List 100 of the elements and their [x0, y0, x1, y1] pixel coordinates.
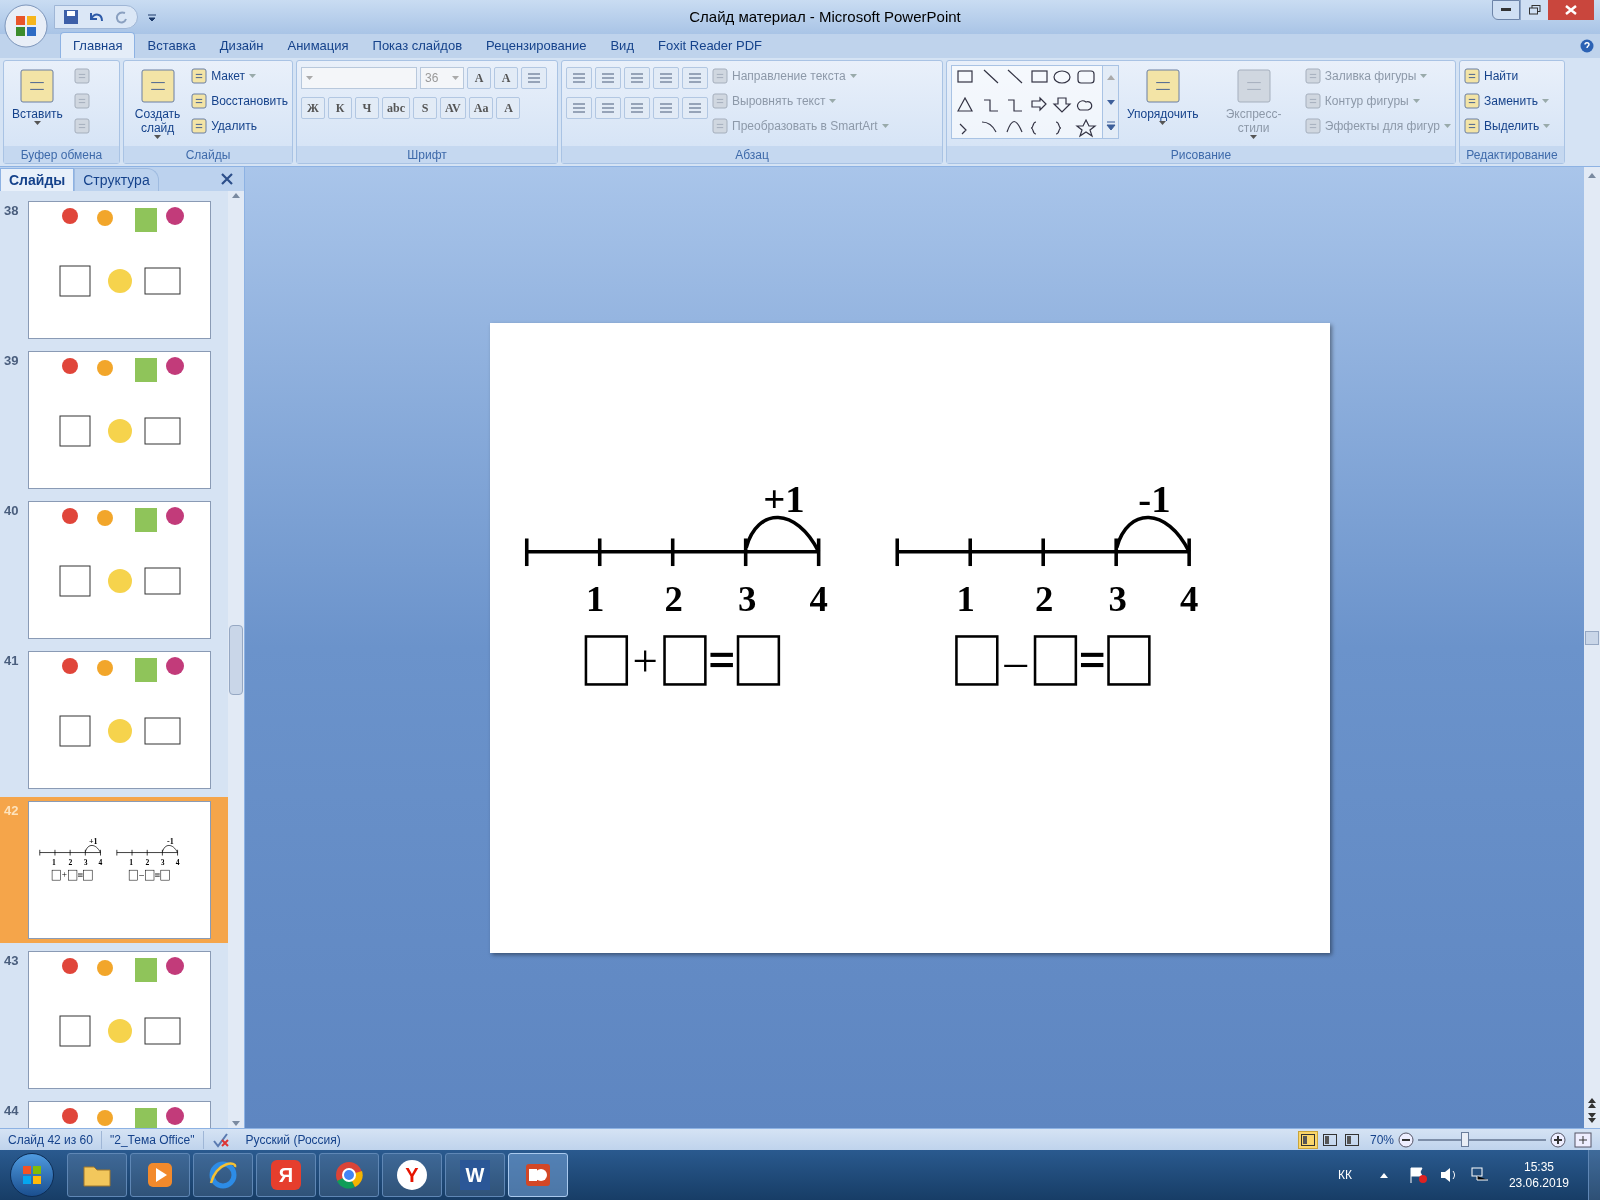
blank-square: [1033, 634, 1077, 686]
format-button[interactable]: Ж: [301, 97, 325, 119]
restore-button[interactable]: [1520, 0, 1548, 20]
panel-tab[interactable]: Структура: [74, 168, 159, 191]
slide-number: 39: [3, 352, 20, 370]
thumbnail-row[interactable]: 41: [0, 651, 228, 789]
thumbnail-row[interactable]: 42 +1 1 2 3 4 + -1 1 2 3 4 –: [0, 797, 228, 943]
blank-square: [145, 869, 155, 880]
tray-expand-icon[interactable]: [1378, 1171, 1389, 1179]
thumbnail-row[interactable]: 38: [0, 201, 228, 339]
ribbon-button[interactable]: [624, 97, 650, 119]
font-name-field[interactable]: [301, 67, 417, 89]
zoom-in-icon[interactable]: [1550, 1131, 1566, 1148]
ribbon-tab[interactable]: Показ слайдов: [360, 34, 475, 58]
ribbon-button[interactable]: [566, 67, 592, 89]
taskbar-button[interactable]: [193, 1153, 253, 1197]
ribbon-button[interactable]: Вставить: [8, 65, 67, 125]
help-icon[interactable]: [1580, 39, 1594, 53]
format-button[interactable]: abc: [382, 97, 410, 119]
taskbar-button[interactable]: Я: [256, 1153, 316, 1197]
thumbnail-row[interactable]: 43: [0, 951, 228, 1089]
format-button[interactable]: Ч: [355, 97, 379, 119]
ribbon-tab[interactable]: Главная: [60, 32, 136, 58]
ribbon-tab[interactable]: Дизайн: [207, 34, 276, 58]
ribbon-button[interactable]: [653, 97, 679, 119]
language-indicator[interactable]: Русский (Россия): [229, 1130, 357, 1149]
ribbon-button[interactable]: [595, 67, 621, 89]
save-icon[interactable]: [63, 9, 79, 25]
minimize-button[interactable]: [1492, 0, 1520, 20]
page-arrows-icon[interactable]: [1587, 1096, 1597, 1124]
ribbon-button[interactable]: Макет: [191, 65, 288, 86]
ribbon-button[interactable]: [566, 97, 592, 119]
show-desktop-button[interactable]: [1588, 1150, 1600, 1200]
zoom-percent[interactable]: 70%: [1369, 1130, 1394, 1149]
ribbon-button[interactable]: [521, 67, 547, 89]
taskbar-button[interactable]: [67, 1153, 127, 1197]
ribbon-tab[interactable]: Вид: [598, 34, 646, 58]
ribbon-button[interactable]: Выделить: [1464, 115, 1551, 136]
slide-thumbnail[interactable]: [28, 501, 211, 639]
ribbon-button[interactable]: [682, 67, 708, 89]
close-icon[interactable]: [220, 172, 234, 186]
fit-window-icon[interactable]: [1574, 1131, 1592, 1148]
format-button[interactable]: A: [496, 97, 521, 119]
panel-tab[interactable]: Слайды: [0, 168, 75, 191]
thumbnail-row[interactable]: 44: [0, 1101, 228, 1128]
ribbon-tab[interactable]: Вставка: [135, 34, 208, 58]
ribbon-button[interactable]: Восстановить: [191, 90, 288, 111]
customize-icon[interactable]: [146, 11, 158, 23]
scrollbar-thumb[interactable]: [1585, 630, 1599, 645]
windows-logo-icon: [22, 1165, 42, 1185]
tick-label: 2: [68, 857, 73, 867]
start-button[interactable]: [10, 1153, 54, 1197]
flag-icon[interactable]: [1407, 1166, 1428, 1184]
ribbon-button[interactable]: [595, 97, 621, 119]
view-button[interactable]: [1297, 1130, 1318, 1149]
scrollbar-thumb[interactable]: [229, 624, 243, 695]
ribbon-button[interactable]: [653, 67, 679, 89]
zoom-slider-thumb[interactable]: [1461, 1131, 1470, 1147]
taskbar-button[interactable]: W: [445, 1153, 505, 1197]
tick-label: 4: [1179, 577, 1198, 619]
ribbon-button[interactable]: [624, 67, 650, 89]
ribbon-tab[interactable]: Рецензирование: [474, 34, 599, 58]
group-label: Буфер обмена: [4, 146, 119, 163]
taskbar-button[interactable]: [319, 1153, 379, 1197]
format-button[interactable]: AV: [440, 97, 466, 119]
thumbnail-row[interactable]: 40: [0, 501, 228, 639]
slide-thumbnail[interactable]: [28, 651, 211, 789]
ribbon-tab[interactable]: Анимация: [275, 34, 361, 58]
ribbon-button[interactable]: [682, 97, 708, 119]
taskbar-button[interactable]: [508, 1153, 568, 1197]
ribbon-tab[interactable]: Foxit Reader PDF: [646, 34, 775, 58]
close-button[interactable]: [1548, 0, 1594, 20]
format-button[interactable]: К: [328, 97, 352, 119]
scrollbar[interactable]: [1584, 167, 1600, 1128]
ribbon-button[interactable]: Упорядочить: [1123, 65, 1203, 125]
scrollbar[interactable]: [228, 191, 244, 1128]
format-button[interactable]: Aa: [468, 97, 494, 119]
taskbar-button[interactable]: [130, 1153, 190, 1197]
ribbon-button[interactable]: Заменить: [1464, 90, 1551, 111]
format-button[interactable]: S: [413, 97, 437, 119]
thumbnail-row[interactable]: 39: [0, 351, 228, 489]
format-button[interactable]: A: [494, 67, 518, 89]
clock-time[interactable]: 15:35: [1523, 1159, 1554, 1175]
slide-thumbnail[interactable]: [28, 951, 211, 1089]
format-button[interactable]: A: [467, 67, 491, 89]
slide-thumbnail[interactable]: [28, 351, 211, 489]
spellcheck-icon[interactable]: [211, 1131, 230, 1148]
slide-thumbnail[interactable]: [28, 201, 211, 339]
taskbar-button[interactable]: Y: [382, 1153, 442, 1197]
lines-icon: [688, 72, 702, 84]
clock-date[interactable]: 23.06.2019: [1508, 1175, 1569, 1191]
ribbon-button[interactable]: Найти: [1464, 65, 1551, 86]
slide-thumbnail[interactable]: +1 1 2 3 4 + -1 1 2 3 4 –: [28, 801, 211, 939]
zoom-out-icon[interactable]: [1398, 1131, 1414, 1148]
zoom-slider[interactable]: [1418, 1131, 1546, 1148]
network-icon[interactable]: [1469, 1166, 1490, 1184]
keyboard-language[interactable]: КК: [1337, 1166, 1352, 1184]
ribbon-button[interactable]: Создать слайд: [128, 65, 188, 139]
redo-icon[interactable]: [113, 9, 129, 25]
ribbon-button[interactable]: Удалить: [191, 115, 288, 136]
